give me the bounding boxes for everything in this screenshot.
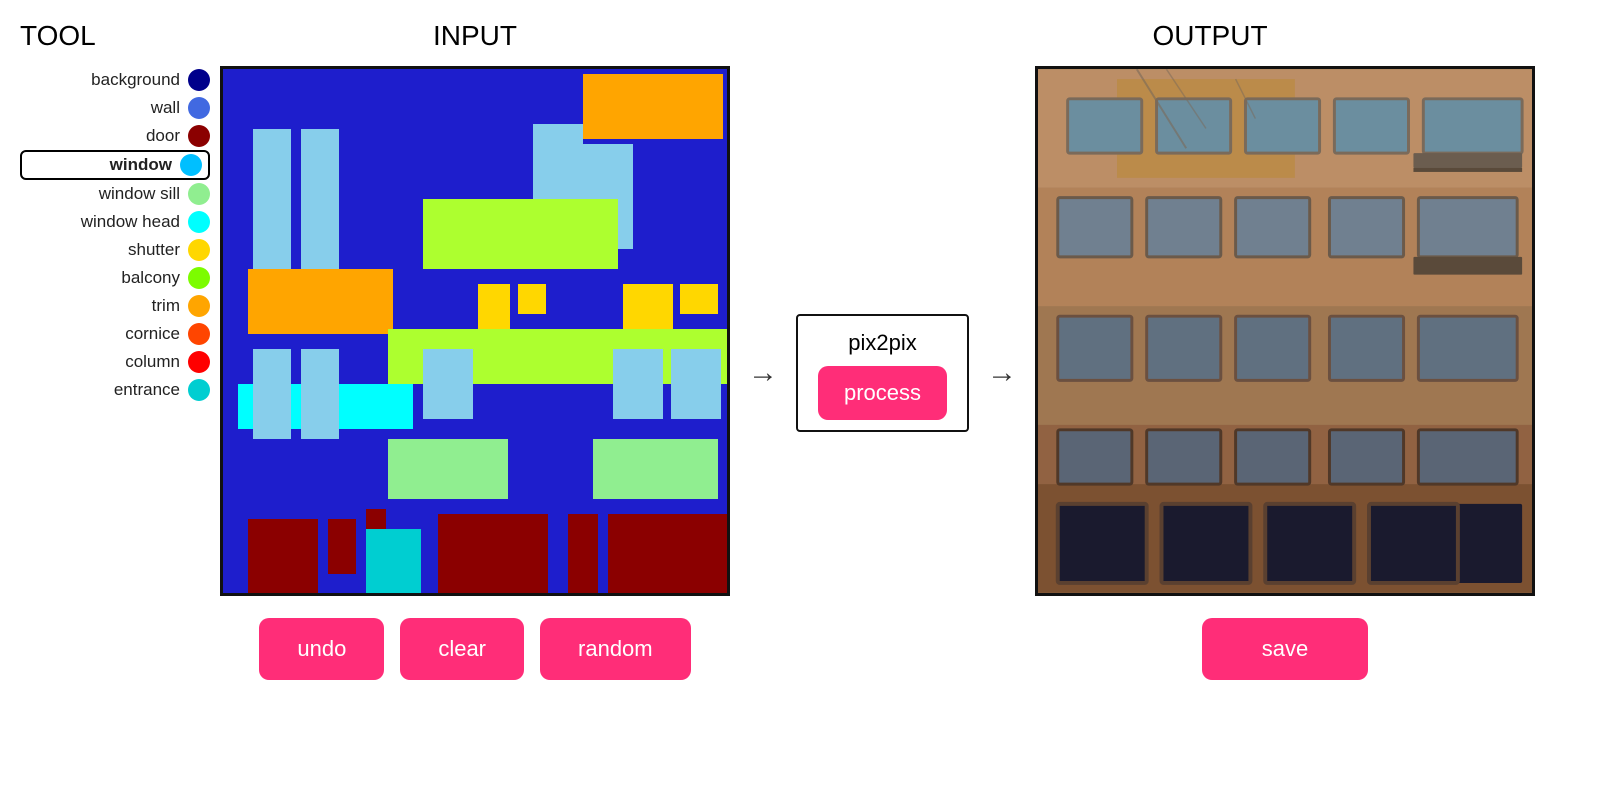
tool-color-window [180,154,202,176]
input-title: INPUT [433,20,517,51]
tool-label-entrance: entrance [114,380,180,400]
tool-label-balcony: balcony [121,268,180,288]
input-buttons: undo clear random [259,618,690,680]
tool-label-door: door [146,126,180,146]
tool-item-entrance[interactable]: entrance [20,376,210,404]
tool-label-column: column [125,352,180,372]
tool-color-wall [188,97,210,119]
tool-item-column[interactable]: column [20,348,210,376]
tool-item-background[interactable]: background [20,66,210,94]
clear-button[interactable]: clear [400,618,524,680]
tool-color-window-sill [188,183,210,205]
tool-item-door[interactable]: door [20,122,210,150]
tool-color-shutter [188,239,210,261]
output-image [1035,66,1535,596]
output-title: OUTPUT [1152,20,1267,51]
tool-color-balcony [188,267,210,289]
tool-color-column [188,351,210,373]
tool-color-cornice [188,323,210,345]
tool-color-background [188,69,210,91]
tool-item-trim[interactable]: trim [20,292,210,320]
tool-color-door [188,125,210,147]
tool-label-wall: wall [151,98,180,118]
output-buttons: save [1202,618,1368,680]
tool-item-wall[interactable]: wall [20,94,210,122]
undo-button[interactable]: undo [259,618,384,680]
building-facade-svg [1038,69,1532,593]
tool-label-cornice: cornice [125,324,180,344]
tool-label-window: window [110,155,172,175]
random-button[interactable]: random [540,618,691,680]
input-canvas[interactable] [220,66,730,596]
tool-label-trim: trim [152,296,180,316]
right-arrow-icon: → [987,356,1017,390]
tool-item-balcony[interactable]: balcony [20,264,210,292]
tool-item-window-head[interactable]: window head [20,208,210,236]
tool-item-shutter[interactable]: shutter [20,236,210,264]
tool-items-list: background wall door window window sill windo… [20,66,210,404]
tool-color-window-head [188,211,210,233]
left-arrow-icon: → [748,356,778,390]
tool-item-window-sill[interactable]: window sill [20,180,210,208]
process-button[interactable]: process [818,366,947,420]
tool-label-window-head: window head [81,212,180,232]
tool-color-entrance [188,379,210,401]
tool-label-window-sill: window sill [99,184,180,204]
tool-item-cornice[interactable]: cornice [20,320,210,348]
tool-label-background: background [91,70,180,90]
tool-label-shutter: shutter [128,240,180,260]
pix2pix-box: pix2pix process [796,314,969,432]
tool-panel: TOOL background wall door window window sill… [0,0,220,424]
tool-item-window[interactable]: window [20,150,210,180]
pix2pix-label: pix2pix [848,330,916,356]
tool-title: TOOL [20,20,210,52]
save-button[interactable]: save [1202,618,1368,680]
tool-color-trim [188,295,210,317]
